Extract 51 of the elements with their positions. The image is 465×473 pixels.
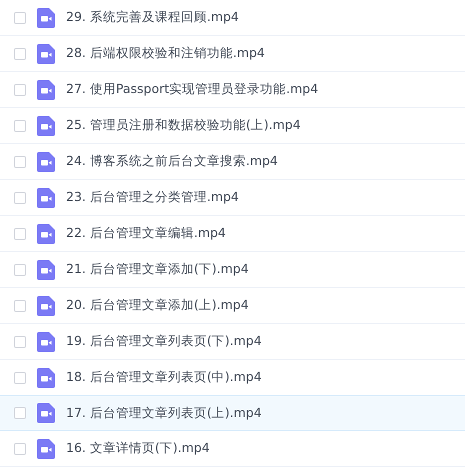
file-name[interactable]: 18. 后台管理文章列表页(中).mp4: [66, 368, 262, 387]
checkbox[interactable]: [14, 156, 26, 168]
video-file-icon: [37, 403, 55, 423]
checkbox[interactable]: [14, 48, 26, 60]
file-name[interactable]: 27. 使用Passport实现管理员登录功能.mp4: [66, 80, 318, 99]
file-row[interactable]: 17. 后台管理文章列表页(上).mp4: [0, 395, 465, 431]
file-row[interactable]: 24. 博客系统之前后台文章搜索.mp4: [0, 144, 465, 180]
video-file-icon: [37, 438, 55, 458]
file-row[interactable]: 28. 后端权限校验和注销功能.mp4: [0, 36, 465, 72]
file-name[interactable]: 23. 后台管理之分类管理.mp4: [66, 188, 239, 207]
video-file-icon: [37, 224, 55, 244]
file-row[interactable]: 21. 后台管理文章添加(下).mp4: [0, 252, 465, 288]
video-file-icon: [37, 44, 55, 64]
file-name[interactable]: 19. 后台管理文章列表页(下).mp4: [66, 332, 262, 351]
checkbox[interactable]: [14, 192, 26, 204]
video-file-icon: [37, 8, 55, 28]
checkbox[interactable]: [14, 407, 26, 419]
video-file-icon: [37, 80, 55, 100]
video-file-icon: [37, 260, 55, 280]
file-name[interactable]: 29. 系统完善及课程回顾.mp4: [66, 8, 239, 27]
file-name[interactable]: 16. 文章详情页(下).mp4: [66, 439, 210, 458]
file-row[interactable]: 29. 系统完善及课程回顾.mp4: [0, 0, 465, 36]
checkbox[interactable]: [14, 336, 26, 348]
file-name[interactable]: 24. 博客系统之前后台文章搜索.mp4: [66, 152, 278, 171]
file-row[interactable]: 27. 使用Passport实现管理员登录功能.mp4: [0, 72, 465, 108]
file-row[interactable]: 23. 后台管理之分类管理.mp4: [0, 180, 465, 216]
checkbox[interactable]: [14, 372, 26, 384]
checkbox[interactable]: [14, 12, 26, 24]
file-name[interactable]: 22. 后台管理文章编辑.mp4: [66, 224, 226, 243]
checkbox[interactable]: [14, 300, 26, 312]
checkbox[interactable]: [14, 228, 26, 240]
checkbox[interactable]: [14, 120, 26, 132]
video-file-icon: [37, 188, 55, 208]
video-file-icon: [37, 368, 55, 388]
file-row[interactable]: 16. 文章详情页(下).mp4: [0, 431, 465, 467]
video-file-icon: [37, 332, 55, 352]
checkbox[interactable]: [14, 84, 26, 96]
file-row[interactable]: 25. 管理员注册和数据校验功能(上).mp4: [0, 108, 465, 144]
file-row[interactable]: 20. 后台管理文章添加(上).mp4: [0, 288, 465, 324]
file-name[interactable]: 25. 管理员注册和数据校验功能(上).mp4: [66, 116, 301, 135]
file-name[interactable]: 28. 后端权限校验和注销功能.mp4: [66, 44, 265, 63]
file-row[interactable]: 22. 后台管理文章编辑.mp4: [0, 216, 465, 252]
file-row[interactable]: 19. 后台管理文章列表页(下).mp4: [0, 324, 465, 360]
checkbox[interactable]: [14, 442, 26, 454]
video-file-icon: [37, 116, 55, 136]
video-file-icon: [37, 296, 55, 316]
file-name[interactable]: 20. 后台管理文章添加(上).mp4: [66, 296, 249, 315]
file-name[interactable]: 21. 后台管理文章添加(下).mp4: [66, 260, 249, 279]
video-file-icon: [37, 152, 55, 172]
file-name[interactable]: 17. 后台管理文章列表页(上).mp4: [66, 404, 262, 422]
checkbox[interactable]: [14, 264, 26, 276]
